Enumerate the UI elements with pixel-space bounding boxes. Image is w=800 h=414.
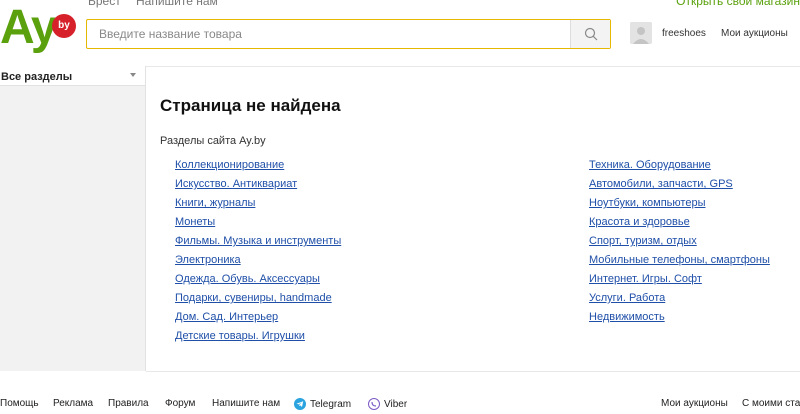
list-item: Одежда. Обувь. Аксессуары [175, 272, 341, 291]
footer-viber-link[interactable]: Viber [368, 398, 407, 410]
site-logo[interactable]: Ay by [0, 1, 80, 54]
list-item: Детские товары. Игрушки [175, 329, 341, 348]
list-item: Дом. Сад. Интерьер [175, 310, 341, 329]
viber-icon [368, 398, 380, 410]
user-avatar[interactable] [630, 22, 652, 44]
sidebar: Все разделы [0, 66, 146, 371]
sections-label: Разделы сайта Ay.by [160, 135, 266, 147]
section-link[interactable]: Подарки, сувениры, handmade [175, 292, 332, 304]
section-link[interactable]: Коллекционирование [175, 159, 284, 171]
logo-badge: by [52, 14, 76, 38]
section-link[interactable]: Монеты [175, 216, 215, 228]
search-bar [86, 19, 611, 49]
username-link[interactable]: freeshoes [662, 28, 706, 39]
footer-my-auctions-link[interactable]: Мои аукционы [661, 398, 728, 409]
chevron-down-icon [130, 73, 136, 77]
section-link[interactable]: Недвижимость [589, 311, 665, 323]
footer-my-bets-link[interactable]: С моими ставками [742, 398, 800, 409]
section-link[interactable]: Книги, журналы [175, 197, 255, 209]
footer-forum-link[interactable]: Форум [165, 398, 195, 409]
list-item: Электроника [175, 253, 341, 272]
search-input[interactable] [87, 20, 570, 48]
section-link[interactable]: Одежда. Обувь. Аксессуары [175, 273, 320, 285]
list-item: Мобильные телефоны, смартфоны [589, 253, 770, 272]
list-item: Книги, журналы [175, 196, 341, 215]
telegram-icon [294, 398, 306, 410]
section-link[interactable]: Красота и здоровье [589, 216, 690, 228]
section-link[interactable]: Ноутбуки, компьютеры [589, 197, 705, 209]
left-sections-list: Коллекционирование Искусство. Антиквариа… [175, 158, 341, 348]
list-item: Фильмы. Музыка и инструменты [175, 234, 341, 253]
section-link[interactable]: Электроника [175, 254, 241, 266]
list-item: Коллекционирование [175, 158, 341, 177]
list-item: Подарки, сувениры, handmade [175, 291, 341, 310]
list-item: Техника. Оборудование [589, 158, 770, 177]
footer-help-link[interactable]: Помощь [0, 398, 39, 409]
footer-telegram-link[interactable]: Telegram [294, 398, 351, 410]
section-link[interactable]: Мобильные телефоны, смартфоны [589, 254, 770, 266]
content-divider [146, 371, 800, 372]
section-link[interactable]: Автомобили, запчасти, GPS [589, 178, 733, 190]
all-sections-dropdown[interactable]: Все разделы [0, 66, 145, 86]
list-item: Ноутбуки, компьютеры [589, 196, 770, 215]
footer-ads-link[interactable]: Реклама [53, 398, 93, 409]
section-link[interactable]: Техника. Оборудование [589, 159, 711, 171]
my-auctions-header-link[interactable]: Мои аукционы [721, 28, 788, 39]
list-item: Автомобили, запчасти, GPS [589, 177, 770, 196]
section-link[interactable]: Искусство. Антиквариат [175, 178, 297, 190]
viber-label: Viber [384, 398, 408, 410]
list-item: Красота и здоровье [589, 215, 770, 234]
section-link[interactable]: Интернет. Игры. Софт [589, 273, 702, 285]
footer-write-us-link[interactable]: Напишите нам [212, 398, 280, 409]
list-item: Услуги. Работа [589, 291, 770, 310]
section-link[interactable]: Дом. Сад. Интерьер [175, 311, 278, 323]
top-strip: Брест Напишите нам Открыть свой магазин [0, 0, 800, 12]
search-button[interactable] [570, 20, 610, 48]
section-link[interactable]: Услуги. Работа [589, 292, 665, 304]
write-us-top-link[interactable]: Напишите нам [136, 0, 218, 8]
footer-rules-link[interactable]: Правила [108, 398, 149, 409]
all-sections-label: Все разделы [1, 71, 73, 83]
open-shop-link[interactable]: Открыть свой магазин [676, 0, 800, 8]
list-item: Недвижимость [589, 310, 770, 329]
logo-text: Ay [0, 1, 58, 54]
search-icon [584, 27, 597, 41]
list-item: Монеты [175, 215, 341, 234]
list-item: Искусство. Антиквариат [175, 177, 341, 196]
section-link[interactable]: Детские товары. Игрушки [175, 330, 305, 342]
footer: Помощь Реклама Правила Форум Напишите на… [0, 398, 800, 414]
page-title: Страница не найдена [160, 96, 341, 115]
section-link[interactable]: Фильмы. Музыка и инструменты [175, 235, 341, 247]
right-sections-list: Техника. Оборудование Автомобили, запчас… [589, 158, 770, 329]
list-item: Спорт, туризм, отдых [589, 234, 770, 253]
list-item: Интернет. Игры. Софт [589, 272, 770, 291]
section-link[interactable]: Спорт, туризм, отдых [589, 235, 697, 247]
user-avatar-icon [630, 22, 652, 44]
city-link[interactable]: Брест [88, 0, 121, 8]
telegram-label: Telegram [310, 398, 352, 410]
